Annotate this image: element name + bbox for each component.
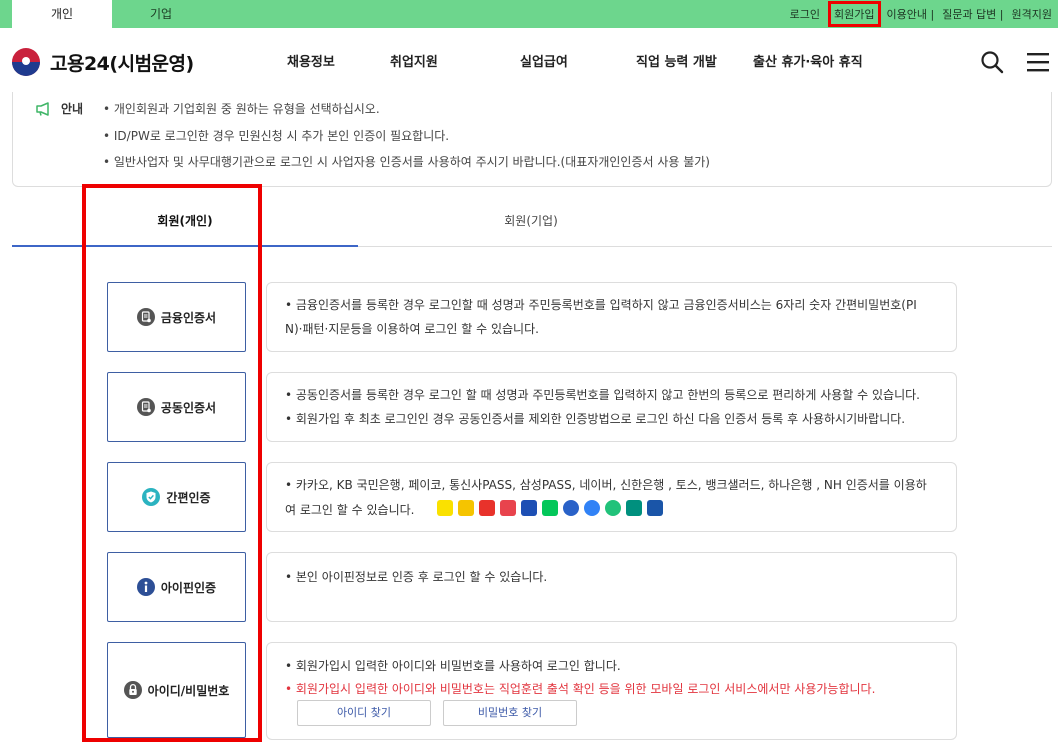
shinhan-icon (563, 500, 579, 516)
description-line: • 회원가입 후 최초 로그인인 경우 공동인증서를 제외한 인증방법으로 로그… (285, 412, 906, 426)
naver-icon (542, 500, 558, 516)
nav-unemployment-benefit[interactable]: 실업급여 (520, 51, 568, 70)
ipin-auth-button[interactable]: 아이핀인증 (107, 552, 246, 622)
auth-label: 간편인증 (166, 490, 211, 505)
notice-line: • ID/PW로 로그인한 경우 민원신청 시 추가 본인 인증이 필요합니다. (103, 129, 450, 143)
kb-icon (458, 500, 474, 516)
header: 고용24(시범운영) 채용정보 취업지원 실업급여 직업 능력 개발 출산 휴가… (0, 28, 1058, 94)
auth-label: 공동인증서 (160, 400, 217, 415)
tab-member-company[interactable]: 회원(기업) (358, 212, 704, 246)
gov-emblem-icon (12, 48, 40, 76)
logo-text: 고용24(시범운영) (50, 52, 194, 75)
description-line: • 회원가입시 입력한 아이디와 비밀번호를 사용하여 로그인 합니다. (285, 659, 621, 673)
info-icon (136, 578, 155, 596)
tab-company[interactable]: 기업 (112, 0, 210, 28)
banksalad-icon (605, 500, 621, 516)
financial-cert-description: • 금융인증서를 등록한 경우 로그인할 때 성명과 주민등록번호를 입력하지 … (266, 282, 957, 352)
id-password-description: • 회원가입시 입력한 아이디와 비밀번호를 사용하여 로그인 합니다. • 회… (266, 642, 957, 740)
top-bar: 개인 기업 로그인 회원가입 이용안내 | 질문과 답변 | 원격지원 (0, 0, 1058, 28)
find-id-button[interactable]: 아이디 찾기 (297, 700, 431, 726)
kakao-icon (437, 500, 453, 516)
login-link[interactable]: 로그인 (790, 6, 820, 22)
nav-job-info[interactable]: 채용정보 (287, 51, 335, 70)
nav-maternity-childcare[interactable]: 출산 휴가·육아 휴직 (753, 51, 863, 70)
notice-box: 안내 • 개인회원과 기업회원 중 원하는 유형을 선택하십시오. • ID/P… (12, 92, 1052, 187)
remote-support-link[interactable]: 원격지원 (1012, 6, 1052, 22)
description-line: • 본인 아이핀정보로 인증 후 로그인 할 수 있습니다. (285, 570, 548, 584)
auth-label: 아이핀인증 (160, 580, 217, 595)
tab-member-personal[interactable]: 회원(개인) (12, 212, 358, 246)
notice-line: • 개인회원과 기업회원 중 원하는 유형을 선택하십시오. (103, 102, 380, 116)
financial-cert-button[interactable]: 금융인증서 (107, 282, 246, 352)
join-link[interactable]: 회원가입 (828, 1, 881, 27)
ipin-auth-description: • 본인 아이핀정보로 인증 후 로그인 할 수 있습니다. (266, 552, 957, 622)
hamburger-menu-icon[interactable] (1026, 51, 1050, 73)
hana-icon (626, 500, 642, 516)
simple-auth-description: • 카카오, KB 국민은행, 페이코, 통신사PASS, 삼성PASS, 네이… (266, 462, 957, 532)
nav-vocational-training[interactable]: 직업 능력 개발 (636, 51, 717, 70)
notice-label: 안내 (61, 102, 84, 116)
shield-check-icon (142, 488, 161, 506)
toss-icon (584, 500, 600, 516)
description-line: 여 로그인 할 수 있습니다. (285, 503, 415, 517)
joint-cert-description: • 공동인증서를 등록한 경우 로그인 할 때 성명과 주민등록번호를 입력하지… (266, 372, 957, 442)
joint-cert-icon (136, 398, 155, 416)
pass-icon (500, 500, 516, 516)
auth-label: 금융인증서 (160, 310, 217, 325)
tab-active-indicator (12, 245, 358, 247)
megaphone-icon (36, 102, 49, 116)
nav-employment-support[interactable]: 취업지원 (390, 51, 438, 70)
samsung-pass-icon (521, 500, 537, 516)
id-password-button[interactable]: 아이디/비밀번호 (107, 642, 246, 738)
search-icon[interactable] (980, 50, 1004, 74)
description-line: • 카카오, KB 국민은행, 페이코, 통신사PASS, 삼성PASS, 네이… (285, 478, 927, 492)
payco-icon (479, 500, 495, 516)
description-line: N)·패턴·지문등을 이용하여 로그인 할 수 있습니다. (285, 322, 539, 336)
guide-link[interactable]: 이용안내 | (887, 6, 935, 22)
find-password-button[interactable]: 비밀번호 찾기 (443, 700, 577, 726)
financial-cert-icon (136, 308, 155, 326)
description-line-warning: • 회원가입시 입력한 아이디와 비밀번호는 직업훈련 출석 확인 등을 위한 … (285, 682, 876, 696)
notice-line: • 일반사업자 및 사무대행기관으로 로그인 시 사업자용 인증서를 사용하여 … (103, 155, 710, 169)
simple-auth-provider-icons (437, 500, 668, 516)
description-line: • 공동인증서를 등록한 경우 로그인 할 때 성명과 주민등록번호를 입력하지… (285, 388, 920, 402)
utility-nav: 로그인 회원가입 이용안내 | 질문과 답변 | 원격지원 (790, 0, 1052, 28)
auth-label: 아이디/비밀번호 (147, 683, 230, 698)
joint-cert-button[interactable]: 공동인증서 (107, 372, 246, 442)
tab-personal[interactable]: 개인 (12, 0, 112, 28)
lock-icon (123, 681, 142, 699)
description-line: • 금융인증서를 등록한 경우 로그인할 때 성명과 주민등록번호를 입력하지 … (285, 298, 917, 312)
nh-icon (647, 500, 663, 516)
qna-link[interactable]: 질문과 답변 | (942, 6, 1003, 22)
simple-auth-button[interactable]: 간편인증 (107, 462, 246, 532)
logo[interactable]: 고용24(시범운영) (12, 48, 194, 76)
